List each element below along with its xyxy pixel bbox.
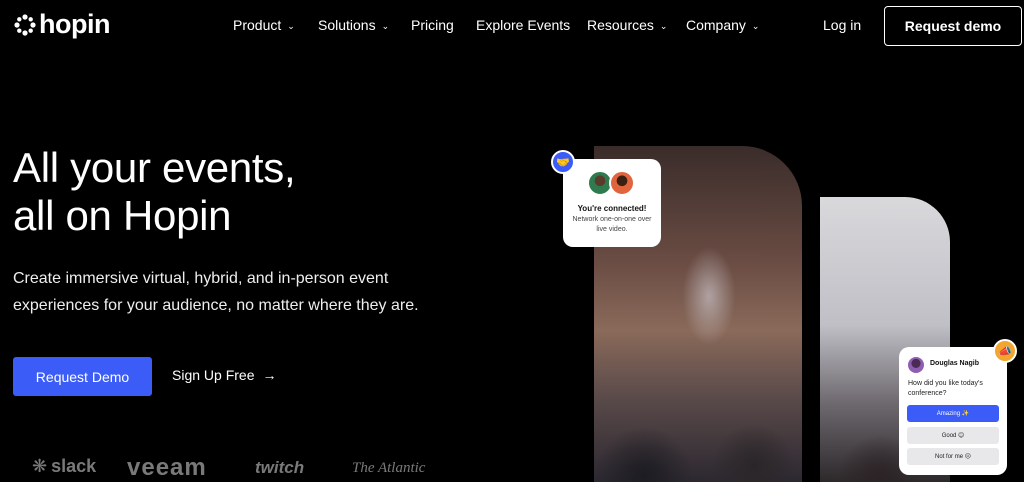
chevron-down-icon: ⌄ [659, 21, 668, 31]
poll-author-name: Douglas Nagib [930, 360, 980, 367]
request-demo-button[interactable]: Request demo [884, 6, 1022, 46]
sign-up-free-label: Sign Up Free [172, 367, 255, 383]
the-atlantic-logo: The Atlantic [352, 460, 426, 476]
poll-option-good[interactable]: Good 😊 [907, 427, 999, 444]
slack-hash-icon: ❋ [32, 456, 48, 476]
brand-name: hopin [39, 9, 110, 39]
nav-explore-events[interactable]: Explore Events [476, 17, 570, 33]
nav-company-label: Company [686, 17, 746, 33]
avatar [609, 170, 635, 196]
nav-solutions[interactable]: Solutions ⌄ [318, 17, 389, 33]
arrow-right-icon: → [262, 367, 277, 383]
headline-line-1: All your events, [13, 144, 296, 191]
slack-logo: ❋ slack [32, 456, 96, 477]
nav-solutions-label: Solutions [318, 17, 376, 33]
hero-headline: All your events, all on Hopin [13, 144, 296, 240]
megaphone-icon: 📣 [993, 339, 1017, 363]
nav-resources-label: Resources [587, 17, 654, 33]
headline-line-2: all on Hopin [13, 192, 232, 239]
poll-card: Douglas Nagib How did you like today's c… [899, 347, 1007, 475]
poll-option-amazing[interactable]: Amazing ✨ [907, 405, 999, 422]
nav-resources[interactable]: Resources ⌄ [587, 17, 667, 33]
hero-subtext: Create immersive virtual, hybrid, and in… [13, 270, 419, 314]
avatar [908, 357, 924, 373]
brand-logo[interactable]: hopin [14, 11, 110, 38]
avatar-group [587, 170, 635, 196]
login-link[interactable]: Log in [823, 17, 861, 33]
connected-title: You're connected! [577, 204, 647, 213]
nav-pricing[interactable]: Pricing [411, 17, 454, 33]
request-demo-cta-button[interactable]: Request Demo [13, 357, 152, 396]
veeam-logo: veeam [127, 454, 207, 481]
nav-pricing-label: Pricing [411, 17, 454, 33]
nav-company[interactable]: Company ⌄ [686, 17, 759, 33]
poll-option-not-for-me[interactable]: Not for me 😔 [907, 448, 999, 465]
nav-explore-events-label: Explore Events [476, 17, 571, 33]
nav-product[interactable]: Product ⌄ [233, 17, 295, 33]
hopin-logo-icon [14, 13, 36, 36]
chevron-down-icon: ⌄ [287, 21, 295, 31]
connected-subtitle: Network one-on-one over live video. [572, 216, 652, 233]
handshake-icon: 🤝 [551, 150, 575, 174]
chevron-down-icon: ⌄ [751, 21, 760, 31]
slack-logo-text: slack [51, 456, 97, 476]
sign-up-free-link[interactable]: Sign Up Free → [172, 367, 276, 383]
connected-card: You're connected! Network one-on-one ove… [563, 159, 661, 247]
chevron-down-icon: ⌄ [381, 21, 390, 31]
customer-logos: ❋ slack veeam twitch The Atlantic [0, 454, 520, 482]
twitch-logo: twitch [255, 458, 305, 477]
top-nav: hopin Product ⌄ Solutions ⌄ Pricing Explor… [0, 0, 1024, 52]
poll-question: How did you like today's conference? [908, 380, 983, 397]
nav-product-label: Product [233, 17, 282, 33]
